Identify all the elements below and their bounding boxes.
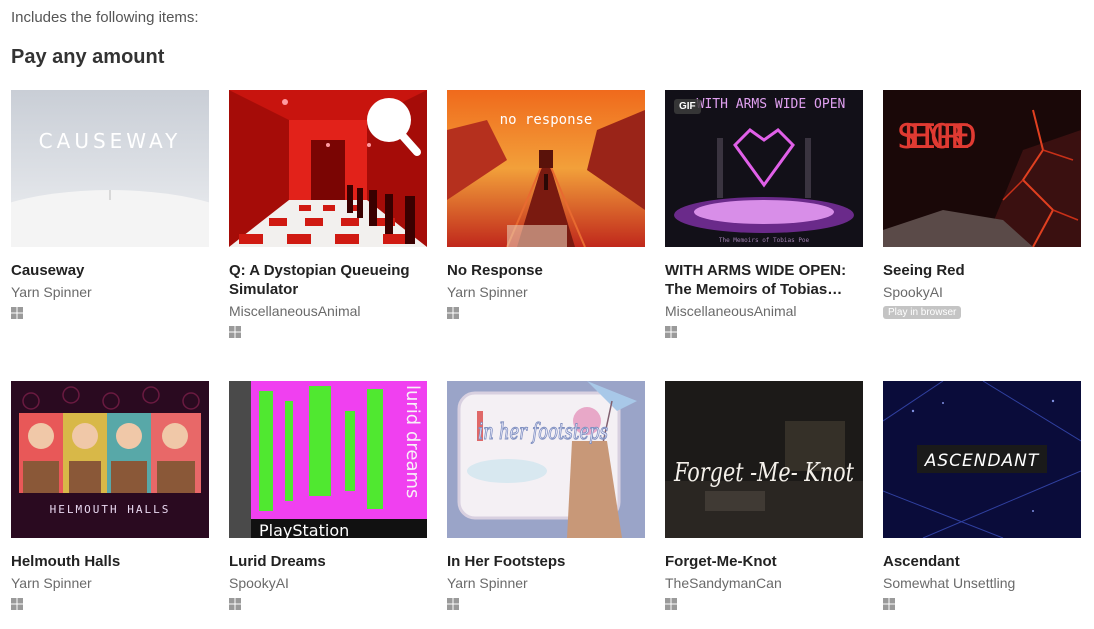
- game-cell-forget-me-knot: Forget -Me- Knot Forget-Me-Knot TheSandy…: [665, 381, 863, 610]
- cover-text: Forget -Me- Knot: [673, 458, 854, 488]
- cover-text: SEEING RED: [897, 117, 977, 157]
- game-cell-q-dystopian: Q: A Dystopian Queueing Simulator Miscel…: [229, 90, 427, 338]
- cover-text: WITH ARMS WIDE OPEN: [697, 97, 846, 112]
- game-thumbnail-with-arms-wide-open[interactable]: WITH ARMS WIDE OPEN The Memoirs of Tobia…: [665, 90, 863, 247]
- game-cell-causeway: CAUSEWAY Causeway Yarn Spinner: [11, 90, 209, 319]
- game-cell-ascendant: ASCENDANT Ascendant Somewhat Unsettling: [883, 381, 1081, 610]
- windows-icon: [11, 307, 23, 319]
- game-thumbnail-in-her-footsteps[interactable]: in her footsteps: [447, 381, 645, 538]
- game-title-ascendant[interactable]: Ascendant: [883, 552, 1081, 571]
- game-author[interactable]: Yarn Spinner: [447, 575, 645, 591]
- game-title-causeway[interactable]: Causeway: [11, 261, 209, 280]
- cover-text: no response: [500, 112, 593, 128]
- game-title-forget-me-knot[interactable]: Forget-Me-Knot: [665, 552, 863, 571]
- game-author[interactable]: TheSandymanCan: [665, 575, 863, 591]
- game-cell-in-her-footsteps: in her footsteps In Her Footsteps Yarn S…: [447, 381, 645, 610]
- game-title-no-response[interactable]: No Response: [447, 261, 645, 280]
- game-author[interactable]: SpookyAI: [229, 575, 427, 591]
- windows-icon: [665, 598, 677, 610]
- section-title: Pay any amount: [11, 46, 165, 68]
- windows-icon: [229, 598, 241, 610]
- game-author[interactable]: Yarn Spinner: [11, 284, 209, 300]
- cover-text: in her footsteps: [478, 420, 608, 445]
- cover-text: HELMOUTH HALLS: [50, 503, 171, 516]
- game-thumbnail-ascendant[interactable]: ASCENDANT: [883, 381, 1081, 538]
- game-cell-lurid-dreams: lurid dreams PlayStation Lurid Dreams Sp…: [229, 381, 427, 610]
- windows-icon: [665, 326, 677, 338]
- cover-subtext: PlayStation: [259, 521, 349, 538]
- cover-text: lurid dreams: [402, 385, 423, 498]
- game-thumbnail-seeing-red[interactable]: SEEING RED: [883, 90, 1081, 247]
- game-author[interactable]: Yarn Spinner: [11, 575, 209, 591]
- gif-badge: GIF: [674, 99, 701, 114]
- game-title-q-dystopian[interactable]: Q: A Dystopian Queueing Simulator: [229, 261, 427, 299]
- game-thumbnail-no-response[interactable]: no response: [447, 90, 645, 247]
- game-cell-seeing-red: SEEING RED Seeing Red SpookyAI Play in b…: [883, 90, 1081, 320]
- game-thumbnail-helmouth-halls[interactable]: HELMOUTH HALLS: [11, 381, 209, 538]
- game-cell-no-response: no response No Response Yarn Spinner: [447, 90, 645, 319]
- game-thumbnail-forget-me-knot[interactable]: Forget -Me- Knot: [665, 381, 863, 538]
- game-title-seeing-red[interactable]: Seeing Red: [883, 261, 1081, 280]
- game-thumbnail-q-dystopian[interactable]: [229, 90, 427, 247]
- includes-intro-text: Includes the following items:: [11, 9, 199, 26]
- game-author[interactable]: MiscellaneousAnimal: [229, 303, 427, 319]
- game-title-in-her-footsteps[interactable]: In Her Footsteps: [447, 552, 645, 571]
- game-thumbnail-causeway[interactable]: CAUSEWAY: [11, 90, 209, 247]
- game-cell-with-arms-wide-open: WITH ARMS WIDE OPEN The Memoirs of Tobia…: [665, 90, 863, 338]
- windows-icon: [447, 598, 459, 610]
- game-author[interactable]: Somewhat Unsettling: [883, 575, 1081, 591]
- game-author[interactable]: MiscellaneousAnimal: [665, 303, 863, 319]
- windows-icon: [11, 598, 23, 610]
- cover-subtext: The Memoirs of Tobias Poe: [719, 237, 810, 244]
- windows-icon: [229, 326, 241, 338]
- cover-text: CAUSEWAY: [39, 129, 182, 153]
- game-title-with-arms-wide-open[interactable]: WITH ARMS WIDE OPEN: The Memoirs of Tobi…: [665, 261, 863, 299]
- game-title-helmouth-halls[interactable]: Helmouth Halls: [11, 552, 209, 571]
- game-cell-helmouth-halls: HELMOUTH HALLS Helmouth Halls Yarn Spinn…: [11, 381, 209, 610]
- windows-icon: [447, 307, 459, 319]
- cover-text: ASCENDANT: [924, 451, 1040, 471]
- play-in-browser-badge[interactable]: Play in browser: [883, 306, 962, 319]
- game-author[interactable]: SpookyAI: [883, 284, 1081, 300]
- windows-icon: [883, 598, 895, 610]
- game-author[interactable]: Yarn Spinner: [447, 284, 645, 300]
- game-title-lurid-dreams[interactable]: Lurid Dreams: [229, 552, 427, 571]
- game-thumbnail-lurid-dreams[interactable]: lurid dreams PlayStation: [229, 381, 427, 538]
